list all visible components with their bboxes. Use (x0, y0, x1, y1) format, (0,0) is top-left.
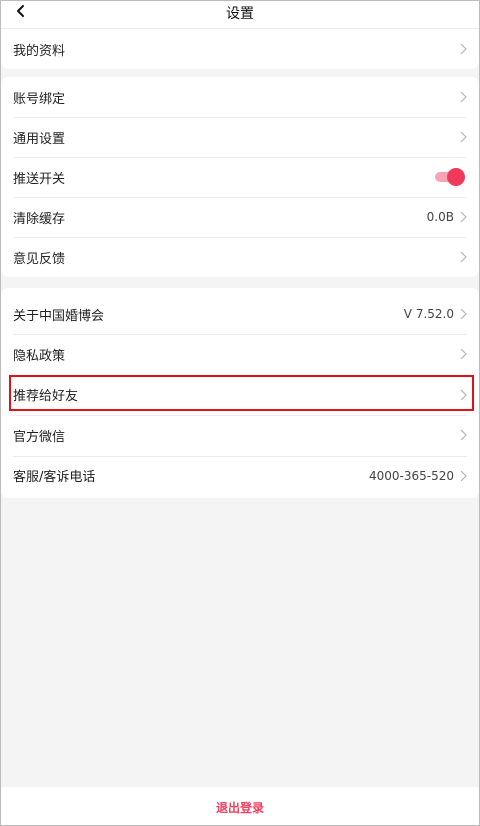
about-group: 关于中国婚博会 V 7.52.0 隐私政策 推荐给好友 官方微信 客服/客诉电话… (1, 288, 479, 498)
account-binding-label: 账号绑定 (13, 91, 66, 107)
version-value: V 7.52.0 (403, 307, 454, 321)
official-wechat-label: 官方微信 (13, 429, 66, 445)
my-profile-label: 我的资料 (13, 43, 66, 59)
recommend-to-friend-label: 推荐给好友 (13, 389, 79, 405)
about-row[interactable]: 关于中国婚博会 V 7.52.0 (1, 288, 479, 334)
general-settings-row[interactable]: 通用设置 (1, 117, 479, 157)
chevron-right-icon (460, 211, 467, 223)
push-toggle-label: 推送开关 (13, 171, 66, 187)
recommend-to-friend-row[interactable]: 推荐给好友 (1, 374, 479, 416)
chevron-right-icon (460, 470, 467, 482)
customer-service-label: 客服/客诉电话 (13, 470, 96, 486)
official-wechat-row[interactable]: 官方微信 (1, 415, 479, 456)
settings-group: 账号绑定 通用设置 推送开关 清除缓存 0.0B 意见反馈 (1, 77, 479, 277)
profile-group: 我的资料 (1, 29, 479, 69)
chevron-right-icon (460, 348, 467, 360)
settings-screen: 设置 我的资料 账号绑定 通用设置 推送开关 清除缓存 0.0B 意见反馈 关于… (0, 0, 480, 826)
clear-cache-label: 清除缓存 (13, 211, 66, 227)
chevron-right-icon (460, 251, 467, 263)
cache-size-value: 0.0B (426, 210, 454, 224)
toggle-knob (447, 168, 465, 186)
general-settings-label: 通用设置 (13, 131, 66, 147)
page-title: 设置 (226, 6, 254, 22)
chevron-right-icon (460, 131, 467, 143)
push-toggle-switch[interactable] (435, 168, 465, 186)
account-binding-row[interactable]: 账号绑定 (1, 77, 479, 117)
chevron-right-icon (460, 308, 467, 320)
feedback-label: 意见反馈 (13, 251, 66, 267)
push-toggle-row: 推送开关 (1, 157, 479, 197)
chevron-right-icon (460, 389, 467, 401)
logout-button[interactable]: 退出登录 (1, 787, 479, 825)
top-bar: 设置 (1, 1, 479, 29)
privacy-policy-label: 隐私政策 (13, 348, 66, 364)
clear-cache-row[interactable]: 清除缓存 0.0B (1, 197, 479, 237)
customer-service-row[interactable]: 客服/客诉电话 4000-365-520 (1, 455, 479, 497)
my-profile-row[interactable]: 我的资料 (1, 29, 479, 69)
privacy-policy-row[interactable]: 隐私政策 (1, 334, 479, 375)
phone-number-value: 4000-365-520 (368, 468, 454, 483)
chevron-right-icon (460, 429, 467, 441)
chevron-right-icon (460, 91, 467, 103)
feedback-row[interactable]: 意见反馈 (1, 237, 479, 277)
chevron-right-icon (460, 43, 467, 55)
about-label: 关于中国婚博会 (13, 308, 105, 324)
